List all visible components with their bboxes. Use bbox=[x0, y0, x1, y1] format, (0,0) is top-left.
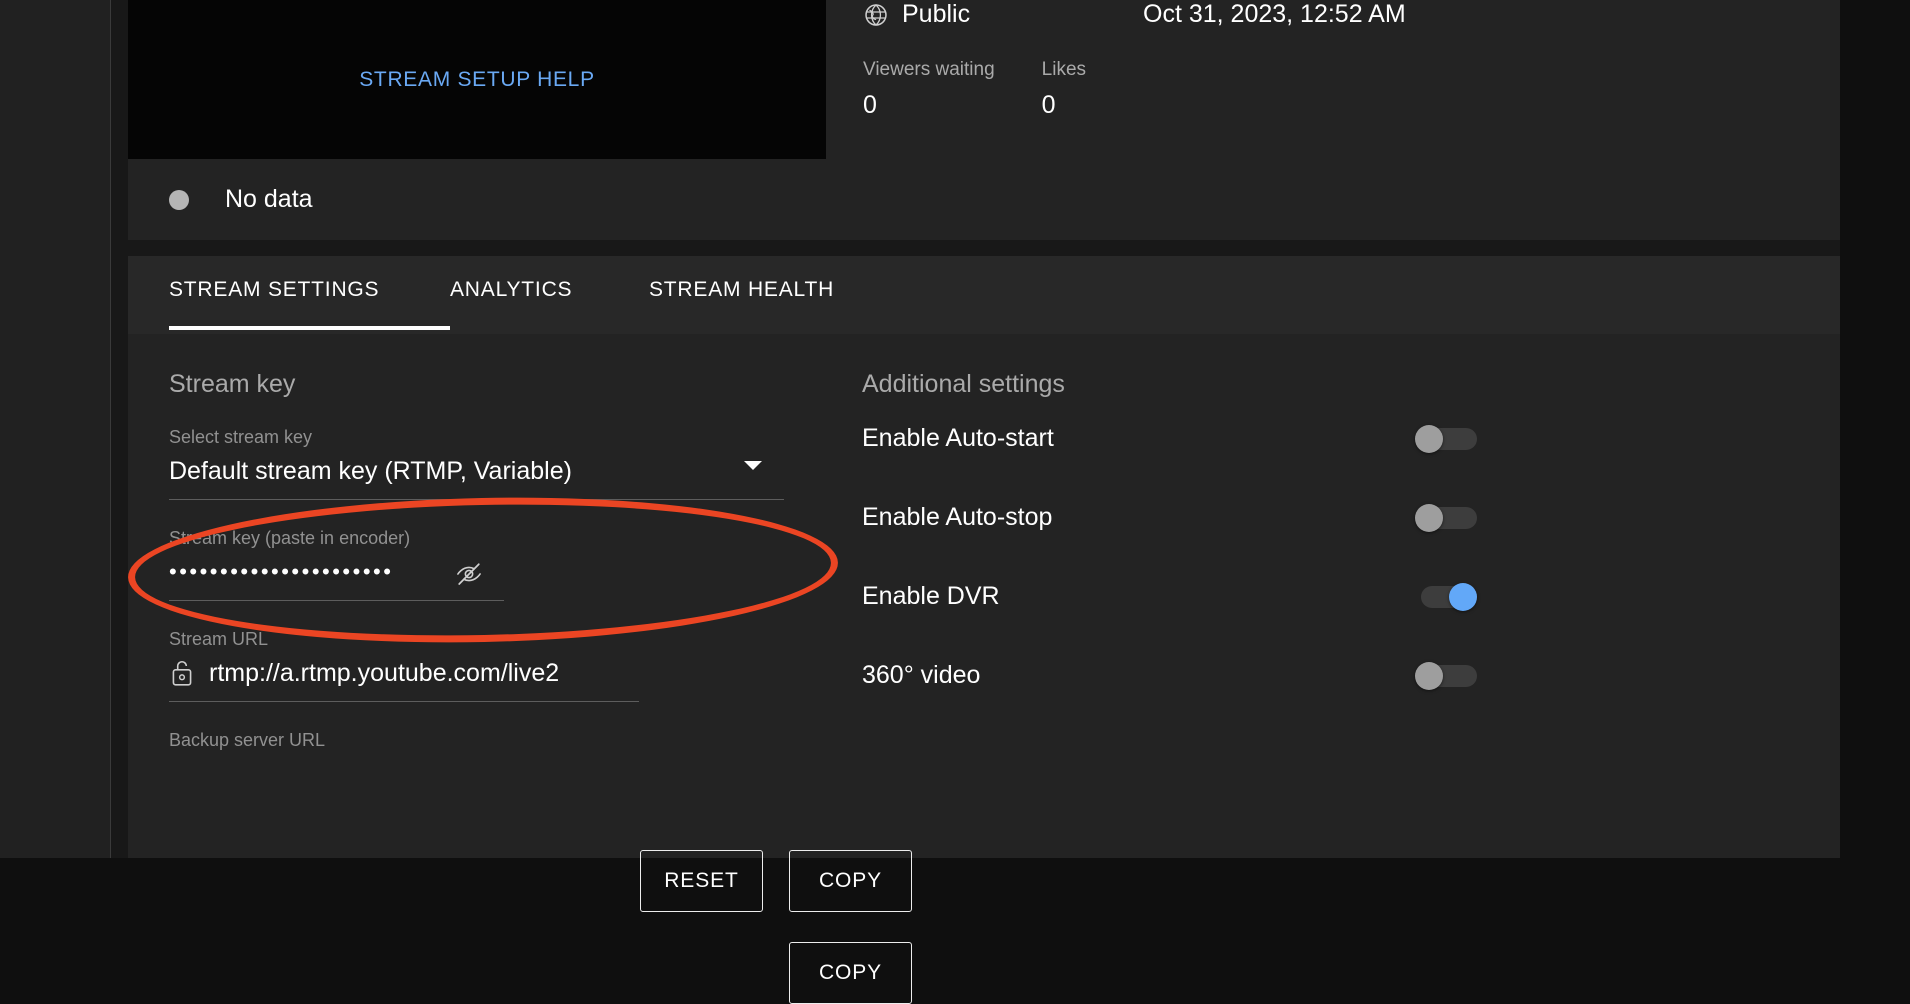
toggle-dvr[interactable] bbox=[1415, 582, 1477, 611]
right-gutter bbox=[1840, 0, 1910, 858]
stream-meta: Public Oct 31, 2023, 12:52 AM Viewers wa… bbox=[863, 0, 1793, 159]
status-text: No data bbox=[225, 185, 313, 213]
visibility-row[interactable]: Public bbox=[863, 0, 970, 29]
select-stream-key-label: Select stream key bbox=[169, 427, 313, 447]
left-gutter bbox=[111, 0, 128, 858]
stat-label: Likes bbox=[1041, 59, 1087, 80]
stream-settings-card: STREAM SETTINGS ANALYTICS STREAM HEALTH … bbox=[128, 256, 1840, 1004]
tab-bar: STREAM SETTINGS ANALYTICS STREAM HEALTH bbox=[128, 256, 1840, 334]
setting-row-auto-start: Enable Auto-start bbox=[862, 399, 1477, 478]
copy-stream-url-button[interactable]: COPY bbox=[789, 942, 912, 1004]
field-underline bbox=[169, 701, 639, 702]
stat-label: Viewers waiting bbox=[863, 59, 995, 80]
reset-stream-key-button[interactable]: RESET bbox=[640, 850, 763, 912]
stat-value: 0 bbox=[1041, 91, 1056, 119]
stream-key-label: Stream key (paste in encoder) bbox=[169, 528, 411, 548]
additional-settings-column: Additional settings Enable Auto-start En… bbox=[862, 334, 1742, 715]
setting-label: Enable Auto-start bbox=[862, 424, 1054, 452]
setting-label: 360° video bbox=[862, 661, 981, 689]
additional-settings-title: Additional settings bbox=[862, 370, 1065, 398]
stream-setup-help-link[interactable]: STREAM SETUP HELP bbox=[359, 68, 595, 92]
stream-key-masked-value: •••••••••••••••••••••• bbox=[169, 559, 394, 584]
unlock-icon bbox=[172, 660, 192, 686]
stream-key-column: Stream key Select stream key Default str… bbox=[169, 334, 869, 752]
field-underline bbox=[169, 499, 784, 500]
chevron-down-icon[interactable] bbox=[744, 461, 762, 470]
stream-url-value: rtmp://a.rtmp.youtube.com/live2 bbox=[209, 658, 560, 687]
left-rail bbox=[0, 0, 110, 858]
tab-stream-settings[interactable]: STREAM SETTINGS bbox=[169, 278, 379, 302]
stat-value: 0 bbox=[863, 91, 877, 119]
tab-stream-health[interactable]: STREAM HEALTH bbox=[649, 278, 834, 302]
visibility-label: Public bbox=[902, 0, 971, 28]
stream-key-section-title: Stream key bbox=[169, 370, 296, 398]
select-stream-key-value: Default stream key (RTMP, Variable) bbox=[169, 456, 572, 485]
tab-analytics[interactable]: ANALYTICS bbox=[450, 278, 572, 302]
stat-viewers-waiting: Viewers waiting 0 bbox=[863, 55, 995, 122]
section-gap bbox=[128, 240, 1840, 256]
stream-preview-card: STREAM SETUP HELP Public Oct 31, 2023, 1… bbox=[128, 0, 1840, 240]
youtube-live-control-room: STREAM SETUP HELP Public Oct 31, 2023, 1… bbox=[0, 0, 1910, 1004]
stream-url-field[interactable]: Stream URL rtmp://a.rtmp.youtube.com/liv… bbox=[169, 627, 639, 702]
stream-stats: Viewers waiting 0 Likes 0 bbox=[863, 55, 1133, 122]
select-stream-key-field[interactable]: Select stream key Default stream key (RT… bbox=[169, 425, 784, 500]
stat-likes: Likes 0 bbox=[1042, 55, 1086, 122]
backup-server-url-field[interactable]: Backup server URL bbox=[169, 728, 639, 752]
setting-label: Enable Auto-stop bbox=[862, 503, 1053, 531]
video-preview[interactable]: STREAM SETUP HELP bbox=[128, 0, 826, 159]
globe-icon bbox=[865, 3, 887, 26]
backup-server-url-label: Backup server URL bbox=[169, 730, 326, 750]
toggle-360-video[interactable] bbox=[1415, 661, 1477, 690]
stream-datetime: Oct 31, 2023, 12:52 AM bbox=[1143, 0, 1406, 28]
stream-url-label: Stream URL bbox=[169, 629, 269, 649]
stream-settings-panel: Stream key Select stream key Default str… bbox=[128, 334, 1840, 1004]
eye-off-icon[interactable] bbox=[455, 560, 483, 588]
toggle-auto-start[interactable] bbox=[1415, 424, 1477, 453]
setting-row-auto-stop: Enable Auto-stop bbox=[862, 478, 1477, 557]
stream-status-row: No data bbox=[128, 159, 1840, 240]
status-dot-icon bbox=[169, 189, 189, 210]
toggle-auto-stop[interactable] bbox=[1415, 503, 1477, 532]
active-tab-indicator bbox=[169, 326, 450, 330]
setting-label: Enable DVR bbox=[862, 582, 1000, 610]
copy-stream-key-button[interactable]: COPY bbox=[789, 850, 912, 912]
stream-key-field[interactable]: Stream key (paste in encoder) ••••••••••… bbox=[169, 526, 504, 601]
setting-row-360-video: 360° video bbox=[862, 636, 1477, 715]
setting-row-dvr: Enable DVR bbox=[862, 557, 1477, 636]
field-underline bbox=[169, 600, 504, 601]
